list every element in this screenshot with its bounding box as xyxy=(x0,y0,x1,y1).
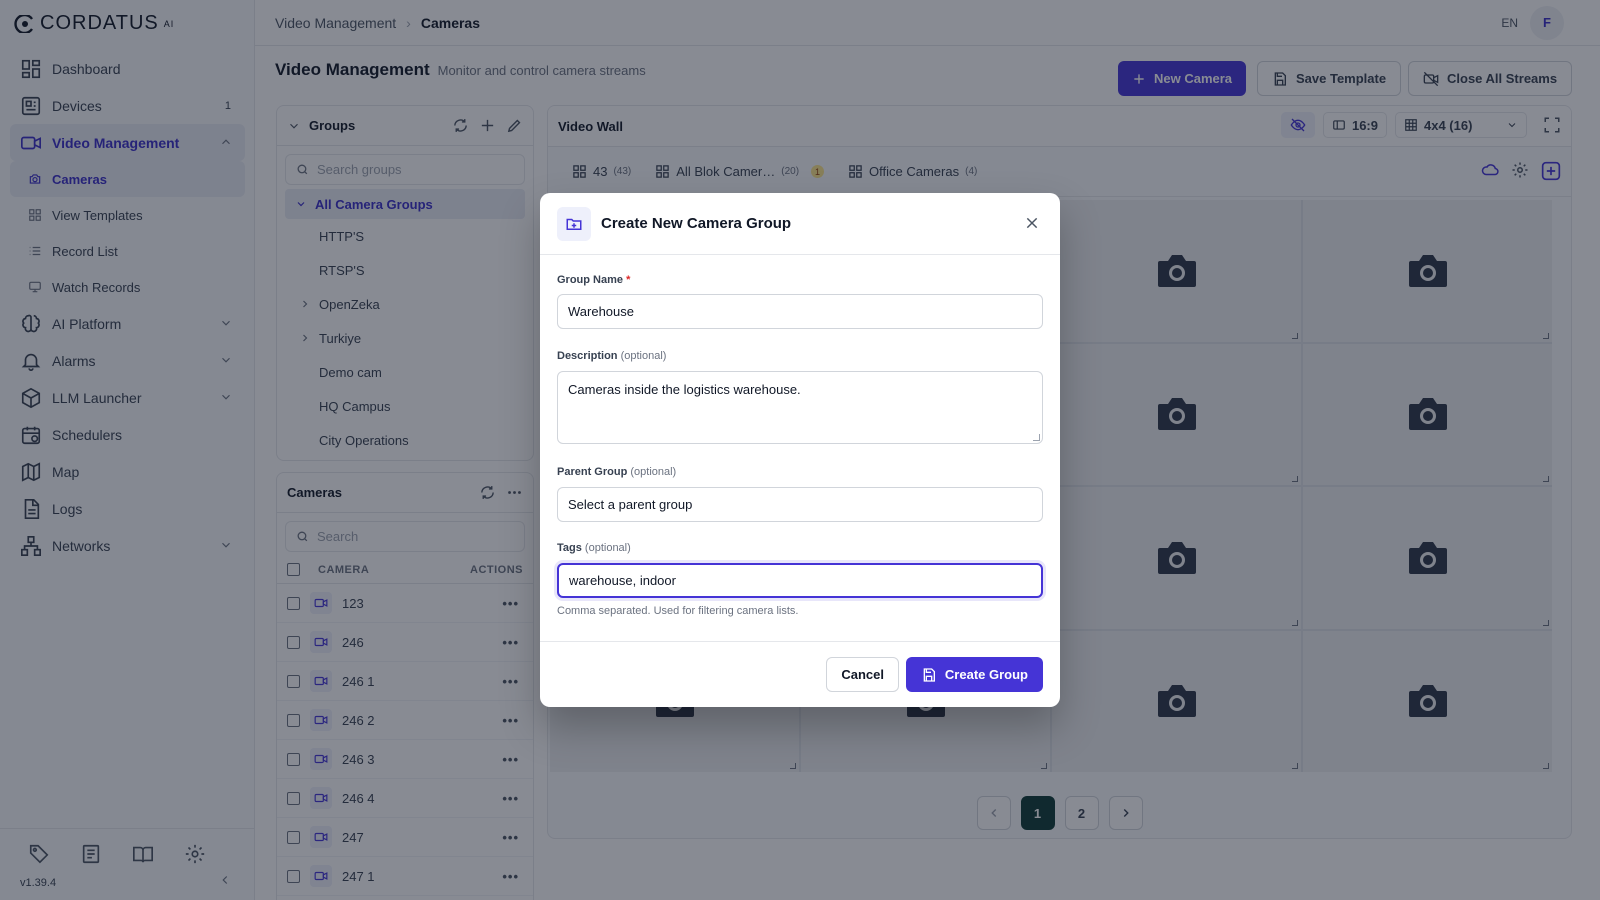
description-label: Description (optional) xyxy=(557,350,666,362)
tags-label: Tags (optional) xyxy=(557,542,631,554)
group-name-label: Group Name * xyxy=(557,274,630,286)
dialog-footer: Cancel Create Group xyxy=(540,641,1060,707)
dialog-title: Create New Camera Group xyxy=(601,215,792,232)
description-textarea[interactable]: Cameras inside the logistics warehouse. xyxy=(557,371,1043,444)
dialog-header: Create New Camera Group xyxy=(540,193,1060,255)
description-value: Cameras inside the logistics warehouse. xyxy=(568,382,801,397)
resize-handle[interactable] xyxy=(1033,434,1040,441)
create-group-dialog: Create New Camera Group Group Name * War… xyxy=(540,193,1060,707)
close-icon[interactable] xyxy=(1024,215,1040,231)
folder-plus-icon xyxy=(557,206,591,241)
tags-value: warehouse, indoor xyxy=(569,573,676,588)
create-group-button[interactable]: Create Group xyxy=(905,657,1043,692)
create-group-label: Create Group xyxy=(944,667,1028,682)
tags-hint: Comma separated. Used for filtering came… xyxy=(557,605,799,617)
parent-group-label: Parent Group (optional) xyxy=(557,466,676,478)
description-label-text: Description xyxy=(557,350,618,362)
cancel-button[interactable]: Cancel xyxy=(826,657,899,692)
tags-input[interactable]: warehouse, indoor xyxy=(557,563,1043,598)
group-name-label-text: Group Name xyxy=(557,274,624,286)
optional-tag: (optional) xyxy=(584,542,631,554)
group-name-input[interactable]: Warehouse xyxy=(557,294,1043,329)
group-name-value: Warehouse xyxy=(568,304,634,319)
parent-group-select[interactable]: Select a parent group xyxy=(557,487,1043,522)
parent-group-label-text: Parent Group xyxy=(557,466,628,478)
optional-tag: (optional) xyxy=(620,350,667,362)
parent-group-placeholder: Select a parent group xyxy=(568,497,693,512)
required-mark: * xyxy=(626,274,631,286)
optional-tag: (optional) xyxy=(630,466,677,478)
tags-label-text: Tags xyxy=(557,542,582,554)
save-icon xyxy=(923,667,935,682)
